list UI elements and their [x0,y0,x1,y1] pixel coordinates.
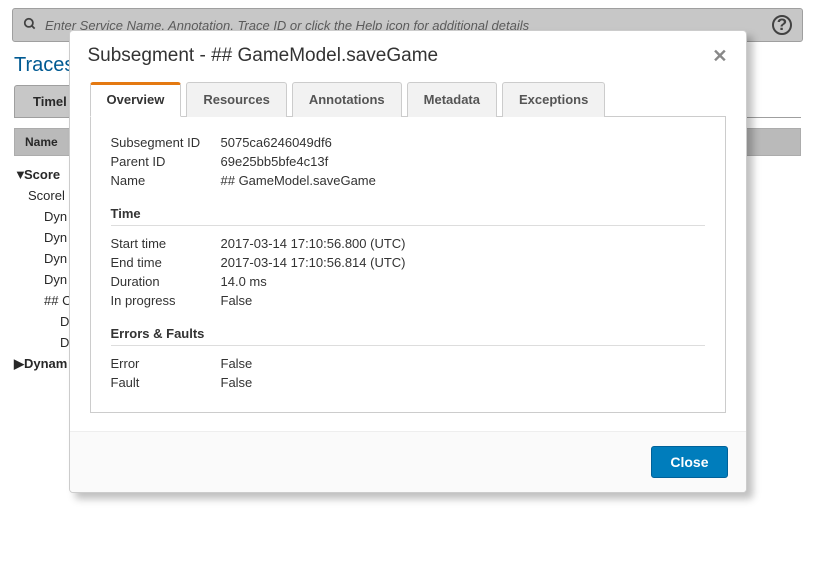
tab-metadata[interactable]: Metadata [407,82,497,117]
modal-tabs: Overview Resources Annotations Metadata … [90,81,726,117]
label: Name [111,173,221,188]
value: 69e25bb5bfe4c13f [221,154,329,169]
modal-footer: Close [70,431,746,492]
value: False [221,293,253,308]
value: False [221,375,253,390]
label: In progress [111,293,221,308]
label: Error [111,356,221,371]
field-duration: Duration 14.0 ms [111,272,705,291]
close-button[interactable]: Close [651,446,727,478]
divider [111,345,705,346]
value: 2017-03-14 17:10:56.800 (UTC) [221,236,406,251]
tab-overview[interactable]: Overview [90,82,182,117]
modal-title: Subsegment - ## GameModel.saveGame [88,45,439,67]
label: Start time [111,236,221,251]
overview-panel: Subsegment ID 5075ca6246049df6 Parent ID… [90,117,726,413]
field-start-time: Start time 2017-03-14 17:10:56.800 (UTC) [111,234,705,253]
field-end-time: End time 2017-03-14 17:10:56.814 (UTC) [111,253,705,272]
value: 5075ca6246049df6 [221,135,332,150]
field-subsegment-id: Subsegment ID 5075ca6246049df6 [111,133,705,152]
field-fault: Fault False [111,373,705,392]
subsegment-modal: Subsegment - ## GameModel.saveGame ✕ Ove… [69,30,747,493]
tab-exceptions[interactable]: Exceptions [502,82,605,117]
value: 2017-03-14 17:10:56.814 (UTC) [221,255,406,270]
tab-annotations[interactable]: Annotations [292,82,402,117]
section-time-heading: Time [111,206,705,221]
label: End time [111,255,221,270]
modal-body: Overview Resources Annotations Metadata … [70,77,746,431]
field-name: Name ## GameModel.saveGame [111,171,705,190]
modal-overlay: Subsegment - ## GameModel.saveGame ✕ Ove… [0,0,815,582]
field-parent-id: Parent ID 69e25bb5bfe4c13f [111,152,705,171]
field-error: Error False [111,354,705,373]
label: Fault [111,375,221,390]
value: 14.0 ms [221,274,267,289]
divider [111,225,705,226]
close-icon[interactable]: ✕ [712,46,727,67]
modal-header: Subsegment - ## GameModel.saveGame ✕ [70,31,746,77]
section-errors-heading: Errors & Faults [111,326,705,341]
value: ## GameModel.saveGame [221,173,376,188]
label: Parent ID [111,154,221,169]
label: Subsegment ID [111,135,221,150]
value: False [221,356,253,371]
tab-resources[interactable]: Resources [186,82,286,117]
label: Duration [111,274,221,289]
field-in-progress: In progress False [111,291,705,310]
